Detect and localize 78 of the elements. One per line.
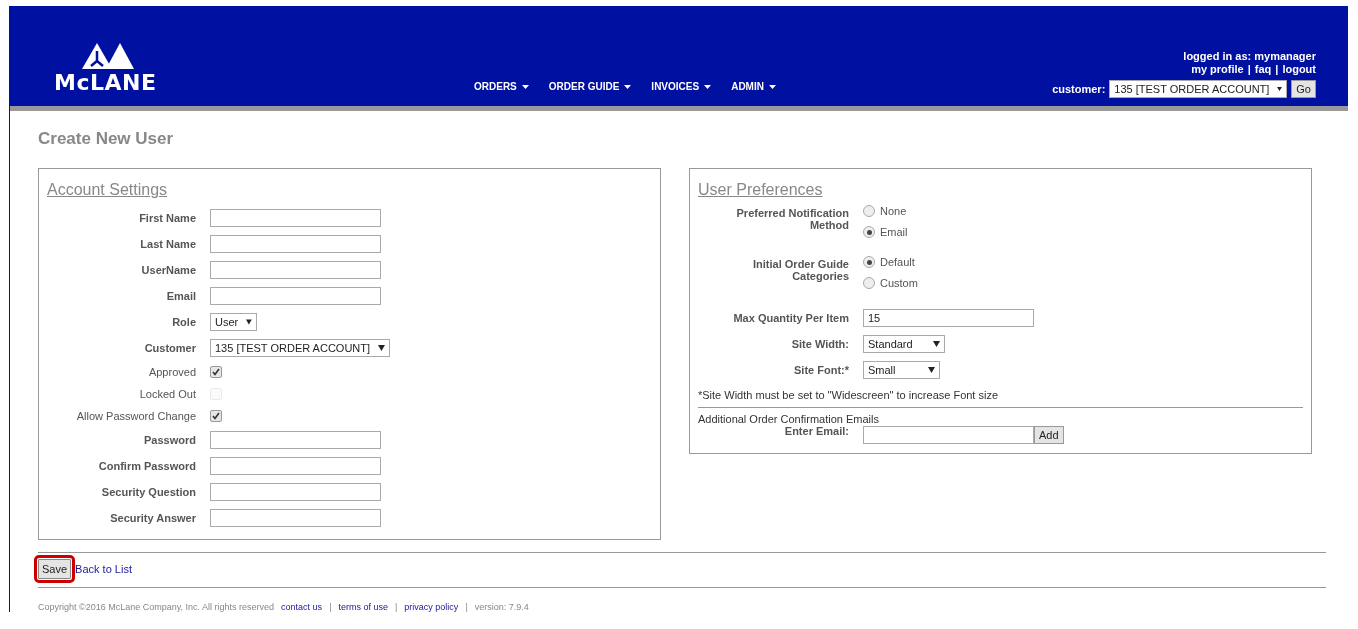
customer-label: customer:: [1052, 83, 1106, 95]
caret-icon: [704, 84, 712, 89]
text-field[interactable]: [210, 209, 381, 227]
checkbox[interactable]: [210, 410, 222, 422]
dropdown-arrow-icon: [933, 341, 940, 347]
field-label: Locked Out: [138, 388, 197, 400]
nav-menu[interactable]: ORDERS: [474, 81, 529, 92]
field-label: Enter Email:: [783, 425, 850, 437]
dropdown-arrow-icon: [246, 319, 252, 325]
field-label: Preferred Notification Method: [735, 206, 850, 231]
caret-icon: [624, 84, 632, 89]
customer-dropdown[interactable]: 135 [TEST ORDER ACCOUNT]: [1109, 80, 1288, 98]
dropdown-arrow-icon: [928, 367, 935, 373]
radio-option[interactable]: None: [863, 205, 908, 217]
back-to-list-link[interactable]: Back to List: [75, 563, 132, 575]
field-label: Allow Password Change: [75, 410, 197, 422]
caret-icon: [768, 84, 776, 89]
field-label: Confirm Password: [97, 460, 197, 472]
dropdown[interactable]: User: [210, 313, 257, 331]
text-field[interactable]: [210, 483, 381, 501]
nav-menu[interactable]: ADMIN: [731, 81, 776, 92]
text-field[interactable]: 15: [863, 309, 1034, 327]
radio-option[interactable]: Email: [863, 226, 908, 238]
footer-link[interactable]: terms of use: [338, 602, 388, 612]
section-heading: Additional Order Confirmation Emails: [698, 413, 880, 425]
version-text: version: 7.9.4: [474, 602, 529, 612]
separator: |: [465, 602, 468, 612]
section-title: Account Settings: [47, 181, 169, 199]
text-field[interactable]: [210, 431, 381, 449]
footer-link[interactable]: privacy policy: [404, 602, 459, 612]
text-field[interactable]: [210, 287, 381, 305]
field-label: Approved: [147, 366, 197, 378]
mountain-logo-icon: [80, 41, 136, 69]
section-title: User Preferences: [698, 181, 824, 199]
logo-text: McLANE: [54, 72, 157, 94]
caret-icon: [521, 84, 529, 89]
field-label: Site Font:*: [793, 364, 850, 376]
checkbox[interactable]: [210, 366, 222, 378]
copyright-text: Copyright ©2016 McLane Company, Inc. All rights reserved: [38, 602, 275, 612]
radio-option[interactable]: Default: [863, 256, 918, 268]
field-label: Initial Order Guide Categories: [752, 257, 850, 282]
email-field[interactable]: [863, 426, 1034, 444]
header-link[interactable]: my profile: [1191, 63, 1244, 75]
text-field[interactable]: [210, 235, 381, 253]
field-label: Role: [171, 316, 197, 328]
separator: |: [395, 602, 398, 612]
page-title: Create New User: [38, 129, 175, 149]
text-field[interactable]: [210, 457, 381, 475]
field-label: Customer: [143, 342, 197, 354]
dropdown-arrow-icon: [378, 345, 385, 351]
field-label: First Name: [138, 212, 197, 224]
go-button[interactable]: Go: [1291, 80, 1316, 98]
dropdown[interactable]: Small: [863, 361, 940, 379]
field-label: Password: [143, 434, 197, 446]
footer-link[interactable]: contact us: [281, 602, 323, 612]
note-text: *Site Width must be set to "Widescreen" to increase Font size: [698, 389, 1000, 401]
separator: |: [1275, 63, 1279, 75]
field-label: Email: [165, 290, 197, 302]
header-link[interactable]: logout: [1282, 63, 1316, 75]
dropdown-arrow-icon: [1277, 86, 1283, 92]
logged-in-text: logged in as: mymanager: [1183, 50, 1316, 62]
nav-menu[interactable]: ORDER GUIDE: [548, 81, 632, 92]
field-label: Max Quantity Per Item: [732, 312, 850, 324]
dropdown[interactable]: Standard: [863, 335, 945, 353]
text-field[interactable]: [210, 261, 381, 279]
separator: |: [1247, 63, 1251, 75]
nav-menu[interactable]: INVOICES: [651, 81, 712, 92]
separator: |: [329, 602, 332, 612]
dropdown[interactable]: 135 [TEST ORDER ACCOUNT]: [210, 339, 390, 357]
field-label: Security Question: [100, 486, 197, 498]
text-field[interactable]: [210, 509, 381, 527]
field-label: UserName: [140, 264, 197, 276]
add-button[interactable]: Add: [1034, 426, 1064, 444]
radio-option[interactable]: Custom: [863, 277, 918, 289]
field-label: Security Answer: [109, 512, 197, 524]
field-label: Last Name: [139, 238, 197, 250]
field-label: Site Width:: [790, 338, 850, 350]
header-link[interactable]: faq: [1254, 63, 1272, 75]
